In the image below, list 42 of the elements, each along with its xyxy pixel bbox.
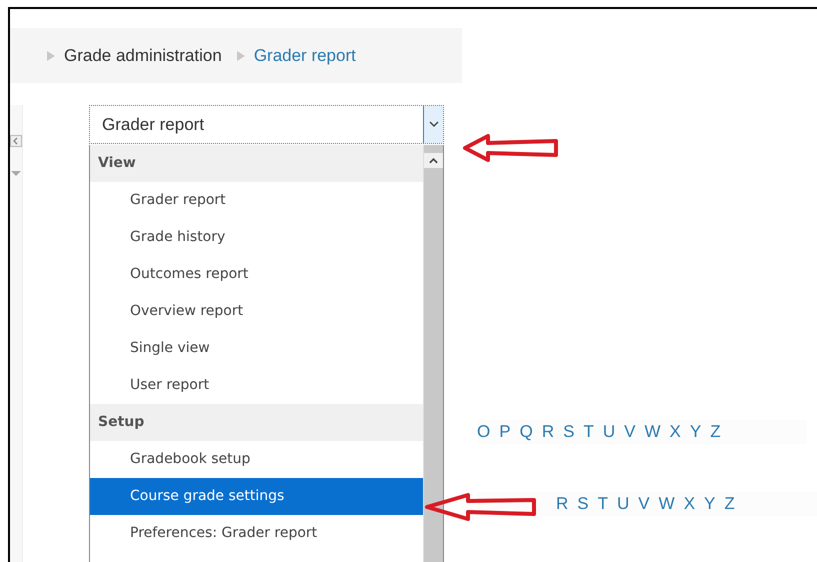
triangle-icon	[236, 50, 246, 62]
scrollbar[interactable]	[423, 145, 443, 562]
dropdown-option[interactable]: Gradebook setup	[90, 441, 423, 478]
option-group-label: Setup	[90, 404, 423, 441]
dropdown-option[interactable]: Preferences: Grader report	[90, 515, 423, 552]
dropdown-option[interactable]: Single view	[90, 330, 423, 367]
dropdown-option[interactable]: Grade history	[90, 219, 423, 256]
letter-link[interactable]: O	[477, 422, 490, 442]
dropdown-option[interactable]: Grader report	[90, 182, 423, 219]
letter-link[interactable]: W	[644, 422, 660, 442]
letter-link[interactable]: X	[670, 422, 681, 442]
dropdown-option[interactable]: Outcomes report	[90, 256, 423, 293]
letter-link[interactable]: U	[602, 422, 616, 442]
letter-link[interactable]: Y	[690, 422, 702, 442]
letter-link[interactable]: X	[684, 494, 696, 514]
breadcrumb-link[interactable]: Grader report	[254, 46, 356, 66]
letter-link[interactable]: Y	[704, 494, 716, 514]
dropdown-option[interactable]: Course grade settings	[90, 478, 423, 515]
scroll-up-icon[interactable]	[424, 153, 443, 168]
letter-link[interactable]: P	[499, 422, 511, 442]
letter-link[interactable]: Q	[520, 422, 533, 442]
letter-link[interactable]: R	[556, 494, 568, 514]
letter-link[interactable]: U	[617, 494, 630, 514]
letter-link[interactable]: W	[658, 494, 675, 514]
letter-link[interactable]: T	[598, 494, 608, 514]
dropdown-option[interactable]: User report	[90, 367, 423, 404]
collapse-icon[interactable]	[10, 135, 22, 147]
triangle-icon	[46, 50, 56, 62]
letter-link[interactable]: Z	[724, 494, 735, 514]
letter-link[interactable]: S	[563, 422, 574, 442]
caret-icon[interactable]	[11, 171, 21, 177]
chevron-down-icon[interactable]	[423, 106, 443, 143]
dropdown-option[interactable]: Overview report	[90, 293, 423, 330]
breadcrumb-link[interactable]: Grade administration	[64, 46, 222, 66]
letter-link[interactable]: T	[583, 422, 594, 442]
letter-link[interactable]: R	[542, 422, 554, 442]
letter-link[interactable]: V	[638, 494, 650, 514]
letter-link[interactable]: Z	[710, 422, 721, 442]
letter-link[interactable]: S	[577, 494, 589, 514]
letter-link[interactable]: V	[624, 422, 636, 442]
option-group-label: View	[90, 145, 423, 182]
report-select[interactable]: Grader report	[89, 105, 444, 144]
